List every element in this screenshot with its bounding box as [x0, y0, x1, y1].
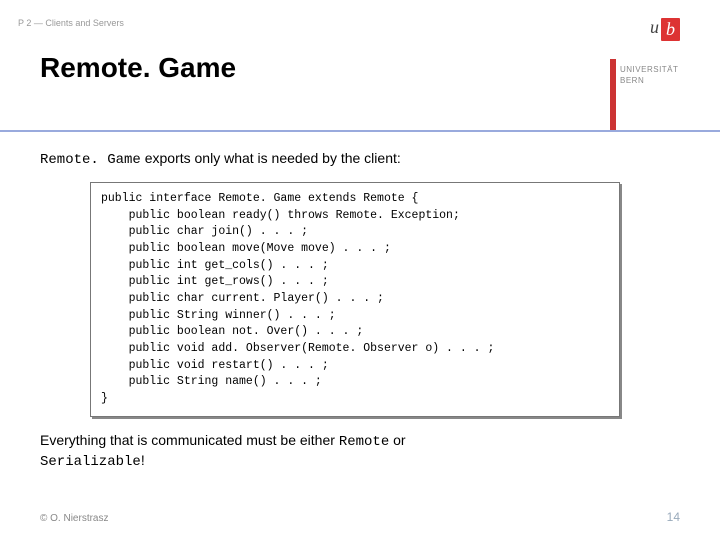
page-title: Remote. Game: [40, 52, 236, 84]
outro-after: !: [141, 452, 145, 468]
outro-text: Everything that is communicated must be …: [40, 431, 680, 471]
code-block: public interface Remote. Game extends Re…: [90, 182, 620, 417]
logo-red-strip: [610, 59, 616, 130]
university-name-line2: BERN: [620, 76, 644, 85]
university-name-line1: UNIVERSITÄT: [620, 65, 678, 74]
intro-code: Remote. Game: [40, 152, 141, 168]
footer-copyright: © O. Nierstrasz: [40, 513, 109, 524]
intro-rest: exports only what is needed by the clien…: [141, 150, 401, 166]
logo-b-letter: b: [661, 18, 680, 41]
outro-before: Everything that is communicated must be …: [40, 432, 339, 448]
header: P 2 — Clients and Servers Remote. Game u…: [0, 0, 720, 130]
outro-code-remote: Remote: [339, 434, 389, 450]
university-name: UNIVERSITÄT BERN: [620, 64, 678, 86]
page-number: 14: [667, 510, 680, 524]
logo-letters: u b: [610, 0, 720, 41]
intro-text: Remote. Game exports only what is needed…: [40, 150, 680, 168]
university-logo: u b UNIVERSITÄT BERN: [610, 0, 720, 130]
horizontal-rule: [0, 130, 720, 132]
logo-u-letter: u: [650, 18, 659, 36]
outro-mid: or: [389, 432, 405, 448]
outro-code-serializable: Serializable: [40, 454, 141, 470]
breadcrumb: P 2 — Clients and Servers: [18, 18, 124, 28]
content-area: Remote. Game exports only what is needed…: [40, 150, 680, 471]
